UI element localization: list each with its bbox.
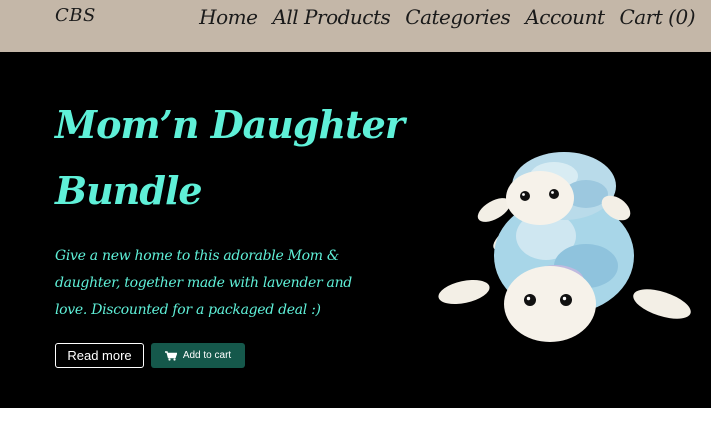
nav-link-all-products[interactable]: All Products xyxy=(272,5,390,29)
product-description: Give a new home to this adorable Mom & d… xyxy=(55,248,352,318)
hero-actions: Read more Add to cart xyxy=(55,343,245,368)
read-more-label: Read more xyxy=(67,348,132,363)
cart-icon xyxy=(164,350,177,361)
nav-link-categories[interactable]: Categories xyxy=(405,5,511,29)
crochet-turtles-image xyxy=(438,152,691,342)
page-bottom-strip xyxy=(0,408,711,423)
hero-section: Mom’n Daughter Bundle Give a new home to… xyxy=(0,52,711,408)
brand-logo[interactable]: CBS xyxy=(55,5,96,26)
top-navbar: CBS Home All Products Categories Account… xyxy=(0,0,711,52)
add-to-cart-button[interactable]: Add to cart xyxy=(151,343,245,368)
read-more-button[interactable]: Read more xyxy=(55,343,144,368)
nav-link-account[interactable]: Account xyxy=(525,5,605,29)
nav-link-cart[interactable]: Cart (0) xyxy=(619,5,695,29)
nav-links: Home All Products Categories Account Car… xyxy=(199,5,695,29)
product-title: Mom’n Daughter Bundle xyxy=(55,102,405,213)
add-to-cart-label: Add to cart xyxy=(182,350,232,361)
nav-link-home[interactable]: Home xyxy=(199,5,258,29)
